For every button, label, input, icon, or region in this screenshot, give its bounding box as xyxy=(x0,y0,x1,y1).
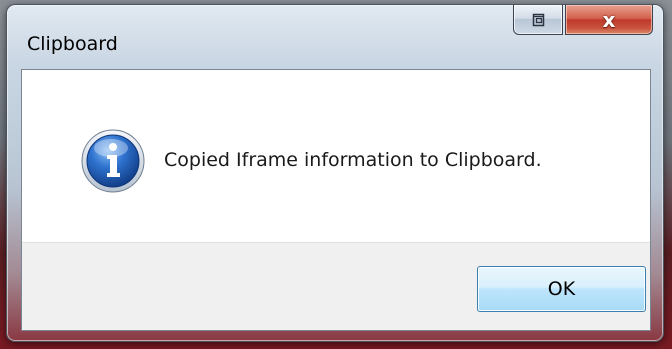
title-bar[interactable]: Clipboard x xyxy=(7,5,663,69)
message-text: Copied Iframe information to Clipboard. xyxy=(164,149,542,171)
restore-icon xyxy=(532,13,545,26)
ok-button[interactable]: OK xyxy=(477,266,646,312)
restore-button[interactable] xyxy=(513,5,563,35)
dialog-window: Clipboard x Copied Iframe information to… xyxy=(6,4,664,342)
close-icon: x xyxy=(602,7,616,32)
button-bar: OK xyxy=(22,242,650,330)
info-icon xyxy=(81,129,145,193)
message-area: Copied Iframe information to Clipboard. xyxy=(22,70,650,242)
dialog-client-area: Copied Iframe information to Clipboard. … xyxy=(21,69,651,331)
close-button[interactable]: x xyxy=(565,5,653,35)
window-title: Clipboard xyxy=(27,33,118,55)
